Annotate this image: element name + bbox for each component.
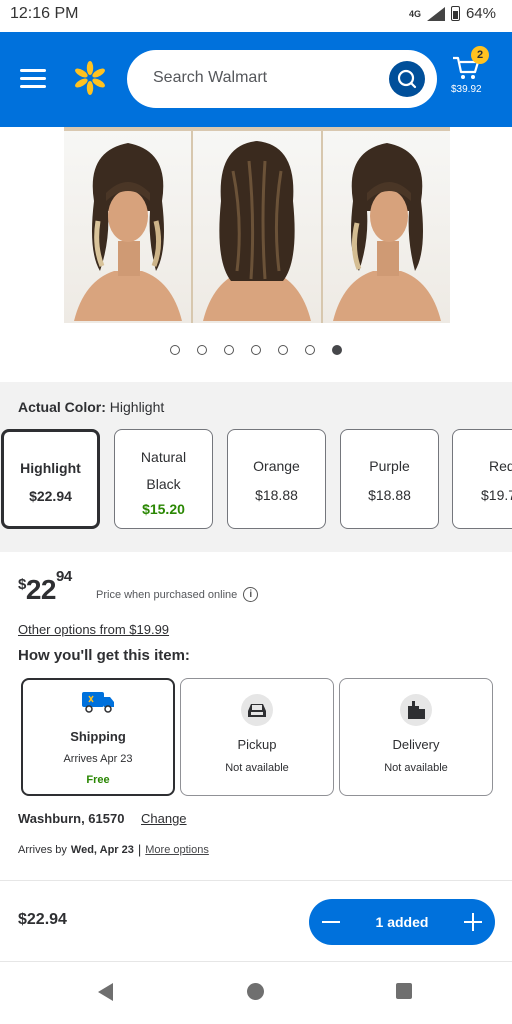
price-dollars: 22 xyxy=(25,574,57,605)
wig-photo-back xyxy=(193,131,323,323)
color-variant-section: Actual Color: Highlight Highlight $22.94… xyxy=(0,382,512,552)
gallery-dot-active[interactable] xyxy=(332,345,342,355)
delivery-location: Washburn, 61570 xyxy=(18,811,125,826)
search-icon xyxy=(397,69,417,89)
system-nav-bar xyxy=(0,962,512,1024)
delivery-option[interactable]: Delivery Not available xyxy=(339,678,493,796)
shipping-truck-icon xyxy=(82,692,114,713)
arrives-date: Wed, Apr 23 xyxy=(70,843,134,856)
swatch-orange[interactable]: Orange $18.88 xyxy=(227,429,326,529)
cart-button[interactable]: 2 $39.92 xyxy=(449,46,499,110)
card-title: Delivery xyxy=(392,737,440,752)
gallery-dot[interactable] xyxy=(278,345,288,355)
product-gallery[interactable] xyxy=(0,127,512,377)
arrives-line: Arrives by Wed, Apr 23 | More options xyxy=(18,842,209,857)
increase-quantity-button[interactable] xyxy=(461,910,485,934)
current-price: $2294 xyxy=(18,567,72,605)
card-title: Pickup xyxy=(237,737,277,752)
pickup-option[interactable]: Pickup Not available xyxy=(180,678,334,796)
search-input[interactable]: Search Walmart xyxy=(127,50,437,108)
info-icon[interactable]: i xyxy=(243,587,259,602)
swatch-price: $18.88 xyxy=(255,487,298,503)
arrives-prefix: Arrives by xyxy=(18,843,67,856)
price-section: $2294 Price when purchased online i Othe… xyxy=(0,552,512,882)
network-type: 4G xyxy=(408,8,421,19)
swatch-natural-black[interactable]: Natural Black $15.20 xyxy=(114,429,213,529)
wig-photo-front xyxy=(64,131,194,323)
gallery-dot[interactable] xyxy=(305,345,315,355)
quantity-stepper[interactable]: 1 added xyxy=(309,899,495,945)
add-to-cart-bar: $22.94 1 added xyxy=(0,880,512,962)
swatch-highlight[interactable]: Highlight $22.94 xyxy=(1,429,100,529)
status-indicators: 4G 64% xyxy=(409,5,496,22)
price-note-text: Price when purchased online xyxy=(96,588,238,601)
card-subtitle: Not available xyxy=(225,762,289,774)
wig-photo-side xyxy=(322,131,450,323)
search-placeholder: Search Walmart xyxy=(153,69,268,86)
product-image[interactable] xyxy=(64,127,450,323)
gallery-dot[interactable] xyxy=(197,345,207,355)
signal-icon xyxy=(426,6,445,21)
swatch-name: Orange xyxy=(253,458,300,474)
actual-color-label: Actual Color: Highlight xyxy=(18,399,164,415)
bar-price: $22.94 xyxy=(18,911,67,928)
swatch-name: Red xyxy=(489,458,512,474)
actual-color-key: Actual Color: xyxy=(18,399,106,415)
price-note: Price when purchased online i xyxy=(96,587,259,602)
battery-icon xyxy=(450,6,460,21)
card-subtitle: Arrives Apr 23 xyxy=(63,753,133,765)
gallery-dot[interactable] xyxy=(251,345,261,355)
gallery-dots[interactable] xyxy=(0,345,512,355)
status-bar: 12:16 PM 4G 64% xyxy=(0,0,512,32)
other-options-link[interactable]: Other options from $19.99 xyxy=(18,622,169,637)
card-subtitle: Not available xyxy=(384,762,448,774)
menu-icon[interactable] xyxy=(20,69,46,89)
pickup-car-icon xyxy=(241,694,273,726)
cart-count-badge: 2 xyxy=(471,46,489,64)
cart-total: $39.92 xyxy=(451,84,482,95)
swatch-name: Purple xyxy=(369,458,410,474)
delivery-bag-icon xyxy=(400,694,432,726)
battery-percent: 64% xyxy=(465,5,496,22)
swatch-purple[interactable]: Purple $18.88 xyxy=(340,429,439,529)
swatch-name: Highlight xyxy=(20,460,81,476)
walmart-spark-logo[interactable] xyxy=(72,60,108,96)
color-swatch-list: Highlight $22.94 Natural Black $15.20 Or… xyxy=(0,429,512,531)
swatch-price: $19.7 xyxy=(481,487,512,503)
more-options-link[interactable]: More options xyxy=(145,844,209,856)
fulfillment-heading: How you'll get this item: xyxy=(18,647,190,664)
change-location-link[interactable]: Change xyxy=(141,811,187,826)
gallery-dot[interactable] xyxy=(224,345,234,355)
swatch-price: $18.88 xyxy=(368,487,411,503)
status-time: 12:16 PM xyxy=(10,5,79,22)
search-button[interactable] xyxy=(389,61,425,97)
separator: | xyxy=(137,842,142,857)
swatch-price: $15.20 xyxy=(142,501,185,517)
actual-color-value: Highlight xyxy=(109,399,165,415)
recent-apps-icon[interactable] xyxy=(396,983,412,999)
shipping-option[interactable]: Shipping Arrives Apr 23 Free xyxy=(21,678,175,796)
app-header: Search Walmart 2 $39.92 xyxy=(0,32,512,127)
swatch-red[interactable]: Red $19.7 xyxy=(452,429,512,529)
home-icon[interactable] xyxy=(247,983,264,1000)
swatch-price: $22.94 xyxy=(29,488,72,504)
card-title: Shipping xyxy=(70,729,126,744)
swatch-name: Natural Black xyxy=(140,449,187,492)
back-icon[interactable] xyxy=(98,983,113,1001)
price-cents: 94 xyxy=(56,567,72,585)
gallery-dot[interactable] xyxy=(170,345,180,355)
card-free: Free xyxy=(86,774,110,786)
